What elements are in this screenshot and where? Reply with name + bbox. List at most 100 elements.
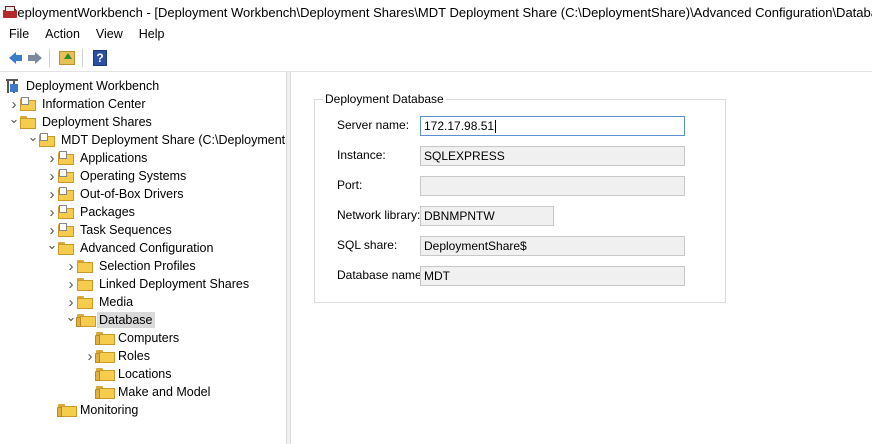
chevron-right-icon[interactable]: › bbox=[46, 185, 58, 203]
tree-label: Packages bbox=[80, 205, 135, 219]
apps-folder-icon bbox=[58, 151, 74, 165]
sql-share-label: SQL share: bbox=[337, 238, 398, 252]
info-folder-icon bbox=[20, 97, 36, 111]
port-label: Port: bbox=[337, 178, 363, 192]
forward-button[interactable] bbox=[24, 48, 44, 68]
tree-label: Monitoring bbox=[80, 403, 139, 417]
chevron-right-icon[interactable]: › bbox=[46, 149, 58, 167]
sql-share-input[interactable]: DeploymentShare$ bbox=[420, 236, 685, 256]
tree-item[interactable]: ⌄ Advanced Configuration bbox=[46, 236, 215, 257]
back-arrow-icon bbox=[8, 51, 22, 64]
chevron-right-icon[interactable]: › bbox=[65, 275, 77, 293]
menu-bar: File Action View Help bbox=[0, 24, 872, 44]
toolbar-separator bbox=[49, 48, 50, 67]
tree-label: Operating Systems bbox=[80, 169, 187, 183]
tree-item[interactable]: › Packages bbox=[46, 203, 137, 221]
tree-item[interactable]: Computers bbox=[84, 329, 181, 347]
tree-label: Task Sequences bbox=[80, 223, 172, 237]
back-button[interactable] bbox=[2, 48, 22, 68]
tree-label: MDT Deployment Share (C:\DeploymentShare… bbox=[61, 133, 286, 147]
menu-help[interactable]: Help bbox=[131, 24, 173, 44]
menu-view[interactable]: View bbox=[88, 24, 131, 44]
tree-item[interactable]: › Out-of-Box Drivers bbox=[46, 185, 186, 203]
chevron-right-icon[interactable]: › bbox=[46, 167, 58, 185]
drivers-folder-icon bbox=[58, 187, 74, 201]
chevron-right-icon[interactable]: › bbox=[46, 203, 58, 221]
tree-label: Linked Deployment Shares bbox=[99, 277, 250, 291]
network-library-input[interactable]: DBNMPNTW bbox=[420, 206, 554, 226]
folder-icon bbox=[20, 115, 36, 129]
tree-label: Database bbox=[97, 312, 155, 328]
details-pane: Deployment Database Server name: 172.17.… bbox=[291, 72, 872, 444]
port-input[interactable] bbox=[420, 176, 685, 196]
tree-label: Media bbox=[99, 295, 134, 309]
text-caret bbox=[495, 120, 497, 134]
db-folder-icon bbox=[95, 349, 115, 363]
folder-icon bbox=[77, 259, 93, 273]
tree-item[interactable]: Locations bbox=[84, 365, 174, 383]
tree-label: Computers bbox=[118, 331, 180, 345]
tree-root[interactable]: Deployment Workbench bbox=[4, 77, 161, 95]
tree-label: Information Center bbox=[42, 97, 146, 111]
tree-item[interactable]: Monitoring bbox=[46, 401, 140, 419]
chevron-down-icon[interactable]: ⌄ bbox=[46, 236, 58, 254]
chevron-right-icon[interactable]: › bbox=[65, 257, 77, 275]
database-name-input[interactable]: MDT bbox=[420, 266, 685, 286]
tree-item[interactable]: › Selection Profiles bbox=[65, 257, 198, 275]
folder-icon bbox=[58, 241, 74, 255]
database-name-label: Database name: bbox=[337, 268, 426, 282]
group-title: Deployment Database bbox=[323, 92, 446, 106]
db-folder-icon bbox=[95, 331, 115, 345]
server-name-label: Server name: bbox=[337, 118, 410, 132]
db-folder-icon bbox=[95, 367, 115, 381]
tree-label: Applications bbox=[80, 151, 148, 165]
folder-icon bbox=[77, 277, 93, 291]
network-library-label: Network library: bbox=[337, 208, 421, 222]
up-folder-icon bbox=[59, 50, 75, 65]
up-one-level-button[interactable] bbox=[57, 48, 77, 68]
tree-label: Make and Model bbox=[118, 385, 211, 399]
tree-item[interactable]: ⌄ Database bbox=[65, 309, 155, 329]
menu-file[interactable]: File bbox=[0, 24, 37, 44]
tasks-folder-icon bbox=[58, 223, 74, 237]
tree-label: Roles bbox=[118, 349, 150, 363]
tree-label: Selection Profiles bbox=[99, 259, 196, 273]
tree-item[interactable]: › Task Sequences bbox=[46, 221, 174, 239]
tree-label: Advanced Configuration bbox=[80, 241, 214, 255]
tree-item[interactable]: › Information Center bbox=[8, 95, 148, 113]
tree-label: Locations bbox=[118, 367, 172, 381]
instance-input[interactable]: SQLEXPRESS bbox=[420, 146, 685, 166]
server-name-input[interactable]: 172.17.98.51 bbox=[420, 116, 685, 136]
tree-label: Deployment Workbench bbox=[26, 79, 160, 93]
tree-label: Out-of-Box Drivers bbox=[80, 187, 184, 201]
instance-label: Instance: bbox=[337, 148, 386, 162]
deployment-database-group: Deployment Database Server name: 172.17.… bbox=[314, 92, 726, 303]
tree-item[interactable]: ⌄ MDT Deployment Share (C:\DeploymentShar… bbox=[27, 128, 286, 149]
navigation-tree[interactable]: Deployment Workbench › Information Center… bbox=[0, 72, 286, 444]
tree-item[interactable]: Make and Model bbox=[84, 383, 212, 401]
workbench-icon bbox=[4, 78, 20, 94]
db-folder-icon bbox=[95, 385, 115, 399]
share-folder-icon bbox=[39, 133, 55, 147]
chevron-down-icon[interactable]: ⌄ bbox=[8, 110, 20, 128]
folder-icon bbox=[77, 295, 93, 309]
db-folder-icon bbox=[76, 313, 96, 327]
tree-item[interactable]: › Roles bbox=[84, 347, 152, 365]
window-title: DeploymentWorkbench - [Deployment Workbe… bbox=[8, 4, 872, 20]
packages-folder-icon bbox=[58, 205, 74, 219]
toolbar: ? bbox=[0, 44, 872, 72]
forward-arrow-icon bbox=[27, 51, 42, 64]
title-bar: DeploymentWorkbench - [Deployment Workbe… bbox=[0, 0, 872, 24]
toolbar-separator bbox=[82, 48, 83, 67]
menu-action[interactable]: Action bbox=[37, 24, 88, 44]
db-folder-icon bbox=[57, 403, 77, 417]
os-folder-icon bbox=[58, 169, 74, 183]
help-button[interactable]: ? bbox=[90, 48, 110, 68]
chevron-down-icon[interactable]: ⌄ bbox=[27, 128, 39, 146]
tree-item[interactable]: › Applications bbox=[46, 149, 149, 167]
tree-item[interactable]: › Linked Deployment Shares bbox=[65, 275, 251, 293]
help-icon: ? bbox=[93, 49, 107, 66]
server-name-value: 172.17.98.51 bbox=[424, 119, 495, 133]
tree-label: Deployment Shares bbox=[42, 115, 152, 129]
tree-item[interactable]: › Operating Systems bbox=[46, 167, 188, 185]
